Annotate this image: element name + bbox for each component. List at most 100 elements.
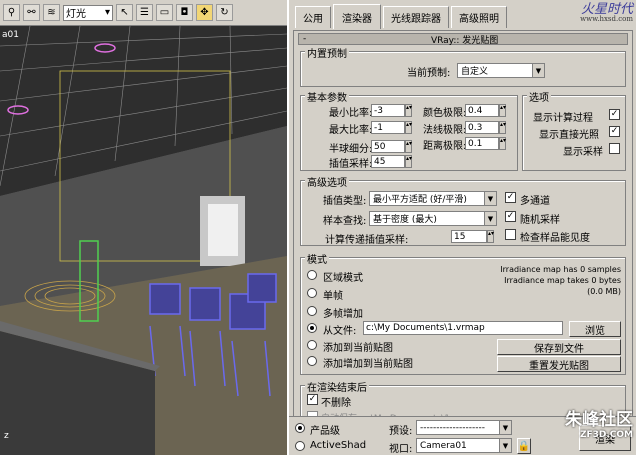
link-icon[interactable]: ⚲ — [3, 4, 20, 21]
mode-group: 模式 区域模式 单帧 多帧增加 从文件: 添加到当前贴图 添加增加到当前贴图 I… — [300, 251, 626, 375]
bucket-mode-radio[interactable] — [307, 270, 317, 280]
tab-raytracer[interactable]: 光线跟踪器 — [383, 6, 449, 28]
min-rate-field[interactable]: -3 — [371, 104, 405, 117]
watermark: 朱峰社区 ZF3D.COM — [532, 405, 636, 455]
spinner-icon[interactable]: ▴▾ — [405, 140, 412, 153]
lock-view-icon[interactable]: 🔒 — [517, 438, 531, 454]
group-title: 基本参数 — [305, 89, 349, 104]
dont-delete-checkbox[interactable]: ✓ — [307, 394, 318, 405]
renderer-panel: - VRay:: 发光贴图 内置预制 当前预制: 自定义 ▼ 基本参数 最小比率… — [293, 30, 633, 455]
hsph-label: 半球细分: — [329, 144, 373, 155]
max-rate-label: 最大比率: — [329, 125, 373, 136]
dist-thresh-field[interactable]: 0.1 — [465, 137, 499, 150]
single-frame-label: 单帧 — [323, 291, 343, 302]
randomize-checkbox[interactable]: ✓ — [505, 211, 516, 222]
rotate-icon[interactable]: ↻ — [216, 4, 233, 21]
min-rate-label: 最小比率: — [329, 108, 373, 119]
camera-viewport[interactable]: z — [0, 26, 287, 455]
multipass-checkbox[interactable]: ✓ — [505, 192, 516, 203]
logo-url: www.hxsd.com — [580, 15, 633, 23]
viewport-label[interactable]: a01 — [2, 30, 19, 40]
rollout-header[interactable]: - VRay:: 发光贴图 — [298, 33, 628, 46]
irradiance-file-path[interactable]: c:\My Documents\1.vrmap — [363, 321, 563, 335]
viewport-area: ⚲ ⚯ ≋ 灯光 ▾ ↖ ☰ ▭ ◘ ✥ ↻ z a01 — [0, 0, 287, 455]
spinner-icon[interactable]: ▴▾ — [405, 155, 412, 168]
tab-common[interactable]: 公用 — [295, 6, 331, 28]
current-preset-dropdown[interactable]: 自定义 ▼ — [457, 63, 545, 78]
bind-space-warp-icon[interactable]: ≋ — [43, 4, 60, 21]
multiframe-label: 多帧增加 — [323, 309, 363, 320]
calc-pass-field[interactable]: 15 — [451, 230, 487, 243]
render-scene-dialog: 公用 渲染器 光线跟踪器 高级照明 火星时代 www.hxsd.com - VR… — [287, 0, 636, 455]
selection-filter-value: 灯光 — [66, 9, 86, 20]
clr-thresh-label: 颜色极限: — [423, 108, 467, 119]
multipass-label: 多通道 — [520, 196, 550, 207]
sample-lookup-dropdown[interactable]: 基于密度 (最大) ▼ — [369, 211, 497, 226]
unlink-icon[interactable]: ⚯ — [23, 4, 40, 21]
activeshade-radio[interactable] — [295, 441, 305, 451]
production-radio[interactable] — [295, 423, 305, 433]
window-crossing-icon[interactable]: ◘ — [176, 4, 193, 21]
interp-samples-field[interactable]: 45 — [371, 155, 405, 168]
tab-renderer[interactable]: 渲染器 — [333, 4, 381, 29]
rect-selection-icon[interactable]: ▭ — [156, 4, 173, 21]
browse-button[interactable]: 浏览 — [569, 321, 621, 337]
irradiance-samples-info: Irradiance map has 0 samples — [500, 265, 621, 274]
show-direct-checkbox[interactable]: ✓ — [609, 126, 620, 137]
interp-type-dropdown[interactable]: 最小平方适配 (好/平滑) ▼ — [369, 191, 497, 206]
from-file-label: 从文件: — [323, 326, 357, 337]
watermark-title: 朱峰社区 — [565, 410, 633, 430]
show-direct-label: 显示直接光照 — [539, 130, 599, 141]
irradiance-mb-info: (0.0 MB) — [587, 287, 621, 296]
single-frame-radio[interactable] — [307, 288, 317, 298]
watermark-url: ZF3D.COM — [579, 430, 633, 440]
viewport-dropdown[interactable]: Camera01 ▼ — [416, 438, 512, 453]
selection-filter-dropdown[interactable]: 灯光 ▾ — [63, 4, 113, 21]
chevron-down-icon: ▼ — [484, 212, 496, 225]
reset-map-button[interactable]: 重置发光贴图 — [497, 356, 621, 372]
add-to-current-label: 添加到当前贴图 — [323, 343, 393, 354]
axis-label: z — [4, 431, 9, 441]
basic-params-group: 基本参数 最小比率: -3 ▴▾ 最大比率: -1 ▴▾ 半球细分: 50 ▴▾… — [300, 89, 518, 171]
spinner-icon[interactable]: ▴▾ — [499, 104, 506, 117]
randomize-label: 随机采样 — [520, 215, 560, 226]
multiframe-radio[interactable] — [307, 306, 317, 316]
logo: 火星时代 www.hxsd.com — [521, 3, 633, 29]
max-rate-field[interactable]: -1 — [371, 121, 405, 134]
hsph-field[interactable]: 50 — [371, 140, 405, 153]
group-title: 高级选项 — [305, 174, 349, 189]
main-toolbar: ⚲ ⚯ ≋ 灯光 ▾ ↖ ☰ ▭ ◘ ✥ ↻ — [0, 0, 287, 26]
group-title: 选项 — [527, 89, 551, 104]
calc-pass-label: 计算传递插值采样: — [325, 235, 409, 246]
sample-lookup-label: 样本查找: — [323, 216, 367, 227]
group-title: 内置预制 — [305, 45, 349, 60]
tab-advanced-lighting[interactable]: 高级照明 — [451, 6, 507, 28]
show-samples-label: 显示采样 — [563, 147, 603, 158]
dist-thresh-label: 距离极限: — [423, 141, 467, 152]
move-icon[interactable]: ✥ — [196, 4, 213, 21]
from-file-radio[interactable] — [307, 323, 317, 333]
check-visibility-checkbox[interactable] — [505, 229, 516, 240]
chevron-down-icon: ▼ — [532, 64, 544, 77]
spinner-icon[interactable]: ▴▾ — [405, 104, 412, 117]
save-to-file-button[interactable]: 保存到文件 — [497, 339, 621, 355]
show-calc-checkbox[interactable]: ✓ — [609, 109, 620, 120]
options-group: 选项 显示计算过程 ✓ 显示直接光照 ✓ 显示采样 — [522, 89, 626, 171]
incremental-label: 添加增加到当前贴图 — [323, 359, 413, 370]
spinner-icon[interactable]: ▴▾ — [487, 230, 494, 243]
clr-thresh-field[interactable]: 0.4 — [465, 104, 499, 117]
select-object-icon[interactable]: ↖ — [116, 4, 133, 21]
select-by-name-icon[interactable]: ☰ — [136, 4, 153, 21]
spinner-icon[interactable]: ▴▾ — [499, 137, 506, 150]
nrm-thresh-field[interactable]: 0.3 — [465, 121, 499, 134]
group-title: 在渲染结束后 — [305, 379, 369, 394]
incremental-radio[interactable] — [307, 356, 317, 366]
add-to-current-radio[interactable] — [307, 340, 317, 350]
current-preset-label: 当前预制: — [407, 68, 451, 79]
preset-group: 内置预制 当前预制: 自定义 ▼ — [300, 45, 626, 87]
spinner-icon[interactable]: ▴▾ — [499, 121, 506, 134]
production-label: 产品级 — [310, 426, 340, 437]
spinner-icon[interactable]: ▴▾ — [405, 121, 412, 134]
show-samples-checkbox[interactable] — [609, 143, 620, 154]
preset-dropdown[interactable]: -------------------- ▼ — [416, 420, 512, 435]
